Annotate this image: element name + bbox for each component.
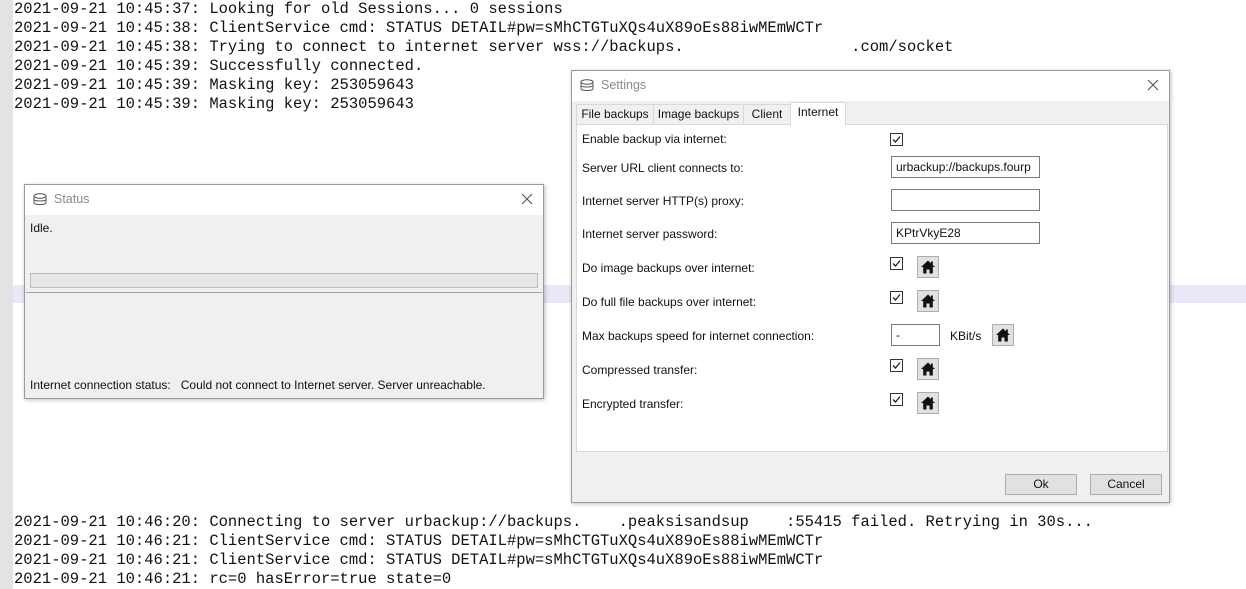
encrypted-label: Encrypted transfer:	[582, 397, 684, 411]
tab-image-backups[interactable]: Image backups	[653, 104, 744, 125]
home-icon[interactable]	[917, 358, 939, 380]
status-state-text: Idle.	[30, 221, 53, 235]
compressed-checkbox[interactable]	[890, 359, 903, 372]
status-progress-bar	[30, 273, 538, 288]
home-icon[interactable]	[992, 324, 1014, 346]
close-icon[interactable]	[1145, 77, 1161, 93]
log-line: 2021-09-21 10:45:37: Looking for old Ses…	[14, 0, 563, 18]
log-line: 2021-09-21 10:45:38: Trying to connect t…	[14, 38, 954, 56]
settings-window: Settings File backups Image backups Clie…	[571, 70, 1170, 503]
editor-gutter	[0, 0, 13, 589]
home-icon[interactable]	[917, 256, 939, 278]
password-label: Internet server password:	[582, 227, 718, 241]
console-log-bottom: 2021-09-21 10:46:20: Connecting to serve…	[14, 513, 1093, 589]
settings-title: Settings	[601, 78, 647, 92]
password-field[interactable]: KPtrVkyE28	[891, 222, 1040, 244]
max-speed-label: Max backups speed for internet connectio…	[582, 329, 815, 343]
image-backups-checkbox[interactable]	[890, 257, 903, 270]
database-icon	[33, 193, 47, 206]
close-icon[interactable]	[519, 191, 535, 207]
status-titlebar[interactable]: Status	[25, 185, 543, 215]
log-line: 2021-09-21 10:45:38: ClientService cmd: …	[14, 19, 824, 37]
log-line: 2021-09-21 10:46:21: rc=0 hasError=true …	[14, 570, 452, 588]
checkmark-icon	[892, 260, 901, 267]
log-line: 2021-09-21 10:45:39: Masking key: 253059…	[14, 76, 414, 94]
checkmark-icon	[892, 136, 901, 143]
enable-backup-label: Enable backup via internet:	[582, 132, 727, 146]
tab-client[interactable]: Client	[743, 104, 791, 125]
checkmark-icon	[892, 294, 901, 301]
log-line: 2021-09-21 10:45:39: Successfully connec…	[14, 57, 424, 75]
checkmark-icon	[892, 396, 901, 403]
cancel-button[interactable]: Cancel	[1090, 474, 1162, 495]
max-speed-field[interactable]: -	[891, 324, 940, 346]
home-icon[interactable]	[917, 392, 939, 414]
proxy-field[interactable]	[891, 189, 1040, 211]
server-url-label: Server URL client connects to:	[582, 161, 744, 175]
log-line: 2021-09-21 10:46:20: Connecting to serve…	[14, 513, 1093, 531]
ok-button[interactable]: Ok	[1005, 474, 1077, 495]
settings-titlebar[interactable]: Settings	[572, 71, 1169, 101]
log-line: 2021-09-21 10:45:39: Masking key: 253059…	[14, 95, 414, 113]
encrypted-checkbox[interactable]	[890, 393, 903, 406]
enable-backup-checkbox[interactable]	[890, 133, 903, 146]
internet-status-line: Internet connection status: Could not con…	[30, 378, 486, 392]
tab-file-backups[interactable]: File backups	[576, 104, 654, 125]
internet-settings-panel: Enable backup via internet: Server URL c…	[576, 124, 1168, 452]
database-icon	[580, 79, 594, 92]
checkmark-icon	[892, 362, 901, 369]
log-line: 2021-09-21 10:46:21: ClientService cmd: …	[14, 532, 824, 550]
tab-internet[interactable]: Internet	[790, 102, 846, 126]
internet-status-value: Could not connect to Internet server. Se…	[180, 378, 486, 392]
image-backups-label: Do image backups over internet:	[582, 261, 755, 275]
server-url-field[interactable]: urbackup://backups.fourp	[891, 156, 1040, 178]
compressed-label: Compressed transfer:	[582, 363, 698, 377]
divider	[26, 292, 542, 293]
max-speed-unit: KBit/s	[950, 329, 982, 343]
status-window: Status Idle. Internet connection status:…	[24, 184, 544, 399]
internet-status-label: Internet connection status:	[30, 378, 171, 392]
proxy-label: Internet server HTTP(s) proxy:	[582, 194, 745, 208]
full-file-backups-checkbox[interactable]	[890, 291, 903, 304]
home-icon[interactable]	[917, 290, 939, 312]
status-title: Status	[54, 192, 90, 206]
log-line: 2021-09-21 10:46:21: ClientService cmd: …	[14, 551, 824, 569]
full-file-backups-label: Do full file backups over internet:	[582, 295, 757, 309]
